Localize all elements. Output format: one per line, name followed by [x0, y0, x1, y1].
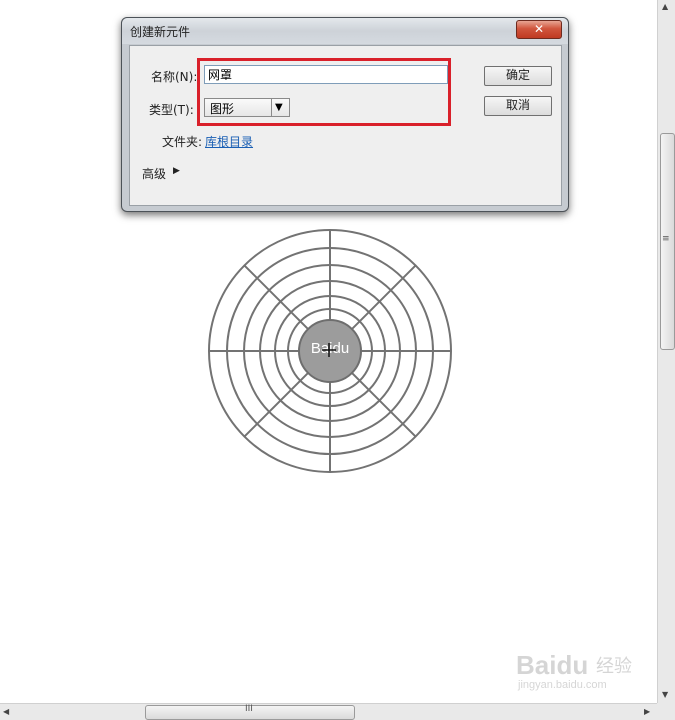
scroll-up-icon[interactable]: ▲: [662, 2, 668, 11]
highlight-box: [197, 58, 451, 126]
cancel-button[interactable]: 取消: [484, 96, 552, 116]
create-symbol-dialog: 创建新元件 ✕ 名称(N): 类型(T): 图形 ▼ 文件夹: 库根目录 高级 …: [121, 17, 569, 212]
scroll-right-icon[interactable]: ▶: [644, 707, 650, 716]
grip-icon: III: [245, 704, 253, 714]
dialog-title: 创建新元件: [130, 25, 191, 39]
type-label: 类型(T):: [149, 103, 194, 117]
expand-arrow-icon[interactable]: ▶: [173, 166, 180, 176]
vertical-scrollbar[interactable]: ▲ ≡ ▼: [657, 0, 675, 703]
close-icon: ✕: [533, 22, 545, 36]
watermark-url: jingyan.baidu.com: [517, 679, 607, 691]
folder-label: 文件夹:: [162, 135, 203, 149]
folder-link[interactable]: 库根目录: [205, 133, 253, 150]
dialog-body: 名称(N): 类型(T): 图形 ▼ 文件夹: 库根目录 高级 ▶ 确定 取消: [129, 45, 562, 206]
crosshair-icon: [322, 343, 336, 357]
watermark-product: 经验: [596, 656, 632, 677]
name-label: 名称(N):: [151, 70, 198, 84]
horizontal-scrollbar[interactable]: ◀ III ▶: [0, 703, 657, 720]
scroll-down-icon[interactable]: ▼: [662, 690, 668, 699]
close-button[interactable]: ✕: [516, 20, 562, 39]
watermark-brand: Baidu: [516, 650, 588, 680]
dialog-title-bar[interactable]: 创建新元件 ✕: [122, 18, 568, 44]
baidu-jingyan-watermark: Baidu 经验 jingyan.baidu.com: [516, 650, 632, 691]
ok-button[interactable]: 确定: [484, 66, 552, 86]
advanced-toggle[interactable]: 高级: [142, 165, 166, 182]
grip-icon: ≡: [662, 234, 670, 244]
scroll-left-icon[interactable]: ◀: [3, 707, 9, 716]
scrollbar-corner: [657, 703, 675, 720]
